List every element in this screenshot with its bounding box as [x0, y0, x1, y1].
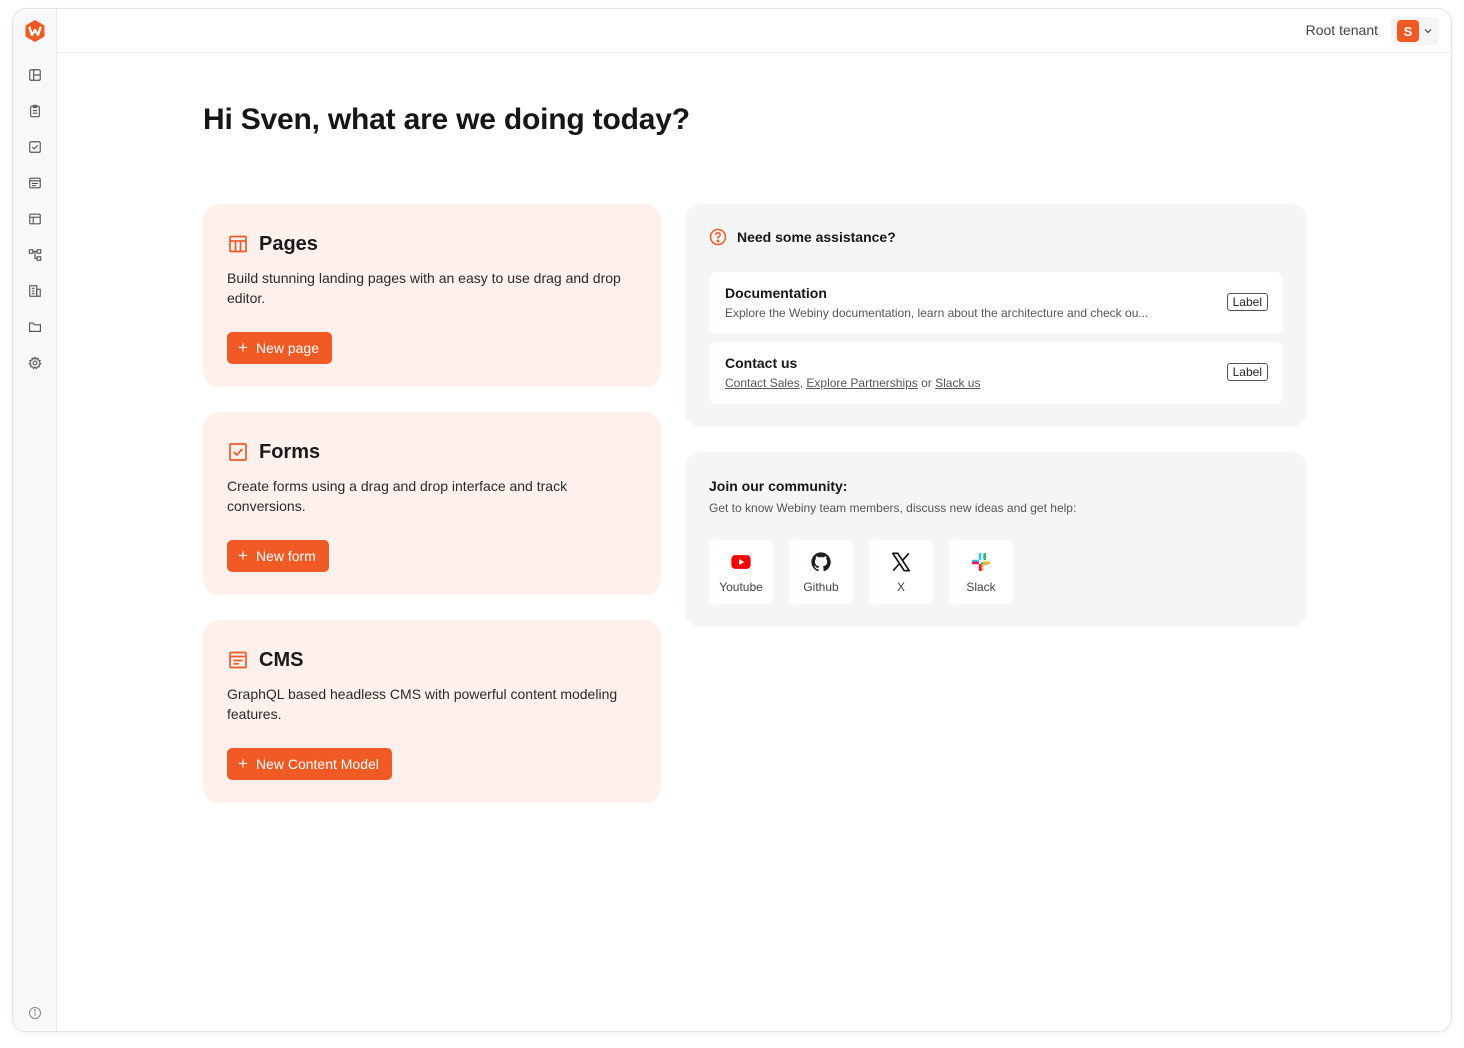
cms-icon[interactable] — [27, 175, 43, 191]
explore-partnerships-link[interactable]: Explore Partnerships — [806, 376, 917, 390]
item-title: Contact us — [725, 355, 798, 371]
community-title: Join our community: — [709, 478, 848, 494]
new-content-model-button[interactable]: + New Content Model — [227, 748, 392, 780]
youtube-icon — [731, 554, 751, 569]
question-icon — [709, 228, 727, 246]
app-window: Root tenant S Hi Sven, what are we doing… — [12, 8, 1452, 1032]
documentation-item[interactable]: Documentation Explore the Webiny documen… — [709, 272, 1283, 334]
item-links: Contact Sales, Explore Partnerships or S… — [725, 376, 1195, 390]
item-description: Explore the Webiny documentation, learn … — [725, 306, 1149, 320]
avatar: S — [1397, 20, 1419, 42]
separator: or — [917, 376, 936, 390]
clipboard-icon[interactable] — [27, 103, 43, 119]
pages-icon — [229, 235, 247, 253]
label-badge: Label — [1226, 363, 1268, 381]
page-title: Hi Sven, what are we doing today? — [203, 103, 690, 136]
new-page-button[interactable]: + New page — [227, 332, 332, 364]
slack-link[interactable]: Slack — [949, 540, 1013, 604]
card-description: Create forms using a drag and drop inter… — [227, 478, 568, 514]
button-label: New page — [255, 340, 319, 356]
tree-icon[interactable] — [27, 247, 43, 263]
github-link[interactable]: Github — [789, 540, 853, 604]
forms-card: Forms Create forms using a drag and drop… — [203, 412, 661, 595]
settings-icon[interactable] — [27, 355, 43, 371]
button-label: New form — [255, 548, 316, 564]
community-subtitle: Get to know Webiny team members, discuss… — [709, 501, 1077, 515]
plus-icon: + — [238, 754, 248, 773]
cms-card: CMS GraphQL based headless CMS with powe… — [203, 620, 661, 803]
github-icon — [811, 551, 831, 571]
building-icon[interactable] — [27, 283, 43, 299]
button-label: New Content Model — [255, 756, 379, 772]
plus-icon: + — [238, 546, 248, 565]
social-label: Slack — [966, 579, 996, 594]
card-description: GraphQL based headless CMS with powerful… — [227, 686, 618, 722]
forms-icon — [229, 443, 247, 461]
card-title: Pages — [259, 232, 318, 255]
social-label: Github — [803, 579, 839, 594]
card-title: Forms — [259, 440, 321, 463]
folder-icon[interactable] — [27, 319, 43, 335]
x-icon — [891, 551, 911, 572]
cms-icon — [229, 651, 247, 669]
info-icon[interactable] — [27, 1005, 43, 1021]
top-bar: Root tenant S — [57, 9, 1451, 53]
social-label: Youtube — [719, 579, 763, 594]
plus-icon: + — [238, 338, 248, 357]
assistance-title: Need some assistance? — [737, 229, 896, 245]
slack-us-link[interactable]: Slack us — [935, 376, 980, 390]
layout-icon[interactable] — [27, 67, 43, 83]
chevron-down-icon — [1424, 29, 1432, 34]
card-description: Build stunning landing pages with an eas… — [227, 270, 621, 306]
x-link[interactable]: X — [869, 540, 933, 604]
user-menu-button[interactable]: S — [1391, 17, 1439, 45]
table-icon[interactable] — [27, 211, 43, 227]
pages-card: Pages Build stunning landing pages with … — [203, 204, 661, 387]
contact-sales-link[interactable]: Contact Sales — [725, 376, 800, 390]
youtube-link[interactable]: Youtube — [709, 540, 773, 604]
tenant-selector[interactable]: Root tenant — [1306, 22, 1378, 38]
assistance-panel: Need some assistance? Documentation Expl… — [685, 204, 1307, 427]
webiny-logo-icon[interactable] — [23, 19, 47, 43]
community-panel: Join our community: Get to know Webiny t… — [685, 452, 1307, 627]
label-badge: Label — [1226, 293, 1268, 311]
slack-icon — [971, 552, 991, 571]
new-form-button[interactable]: + New form — [227, 540, 329, 572]
checkbox-icon[interactable] — [27, 139, 43, 155]
card-title: CMS — [259, 648, 304, 671]
item-title: Documentation — [725, 285, 827, 301]
social-label: X — [896, 579, 905, 594]
contact-us-item[interactable]: Contact us Contact Sales, Explore Partne… — [709, 342, 1283, 404]
sidebar — [13, 9, 57, 1031]
